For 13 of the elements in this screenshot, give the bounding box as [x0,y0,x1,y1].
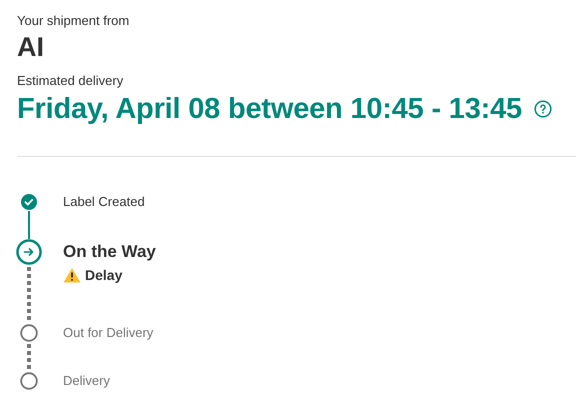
empty-circle-icon [20,324,38,342]
step-label: Label Created [63,193,145,211]
help-icon[interactable] [534,100,552,118]
step-label: Out for Delivery [63,324,154,342]
caption: Your shipment from [17,13,130,29]
delivery-caption: Estimated delivery [17,73,124,89]
empty-circle-icon [20,372,38,390]
warning-icon [63,267,81,283]
step-label: On the Way [63,241,156,263]
delivery-window: Friday, April 08 between 10:45 - 13:45 [17,91,522,127]
sender-name: AI [17,31,45,63]
step-label: Delivery [63,372,110,390]
delay-label: Delay [85,266,122,284]
